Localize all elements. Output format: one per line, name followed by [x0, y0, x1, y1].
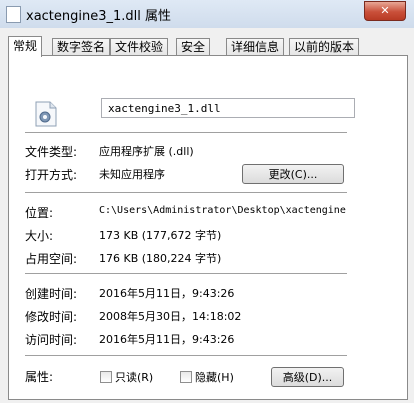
file-type-label: 文件类型: [25, 145, 78, 159]
readonly-checkbox[interactable] [100, 371, 112, 383]
tab-general[interactable]: 常规 [8, 36, 43, 57]
tab-security[interactable]: 安全 [176, 38, 211, 56]
modified-value: 2008年5月30日，14:18:02 [99, 310, 242, 323]
created-label: 创建时间: [25, 287, 78, 301]
separator [25, 355, 347, 357]
size-value: 173 KB (177,672 字节) [99, 229, 222, 242]
accessed-label: 访问时间: [25, 333, 78, 347]
readonly-label: 只读(R) [115, 371, 154, 384]
file-name-field[interactable]: xactengine3_1.dll [101, 98, 355, 118]
close-button[interactable]: ✕ [364, 1, 406, 21]
size-on-disk-label: 占用空间: [25, 252, 78, 266]
size-on-disk-value: 176 KB (180,224 字节) [99, 252, 222, 265]
opens-with-value: 未知应用程序 [99, 168, 165, 181]
modified-label: 修改时间: [25, 310, 78, 324]
properties-dialog: 常规 数字签名 文件校验 安全 详细信息 以前的版本 xactengine3_1… [0, 28, 414, 403]
advanced-button[interactable]: 高级(D)... [271, 367, 344, 387]
file-icon [6, 6, 21, 23]
tab-digital-signature[interactable]: 数字签名 [52, 38, 111, 56]
title-bar: xactengine3_1.dll 属性 ✕ [0, 0, 414, 28]
window-title: xactengine3_1.dll 属性 [26, 9, 172, 24]
location-value: C:\Users\Administrator\Desktop\xactengin… [99, 205, 346, 216]
opens-with-label: 打开方式: [25, 168, 78, 182]
size-label: 大小: [25, 229, 54, 243]
hidden-label: 隐藏(H) [195, 371, 234, 384]
file-type-value: 应用程序扩展 (.dll) [99, 145, 194, 158]
separator [25, 273, 347, 275]
dll-file-gear-icon [35, 101, 57, 127]
separator [25, 132, 347, 134]
hidden-checkbox[interactable] [180, 371, 192, 383]
tab-previous-versions[interactable]: 以前的版本 [289, 38, 360, 56]
separator [25, 192, 347, 194]
tab-file-checksum[interactable]: 文件校验 [110, 38, 169, 56]
attributes-label: 属性: [25, 370, 54, 384]
location-label: 位置: [25, 206, 54, 220]
change-button[interactable]: 更改(C)... [242, 164, 344, 184]
tab-details[interactable]: 详细信息 [226, 38, 285, 56]
general-panel: xactengine3_1.dll 文件类型: 应用程序扩展 (.dll) 打开… [8, 55, 408, 400]
accessed-value: 2016年5月11日，9:43:26 [99, 333, 235, 346]
created-value: 2016年5月11日，9:43:26 [99, 287, 235, 300]
